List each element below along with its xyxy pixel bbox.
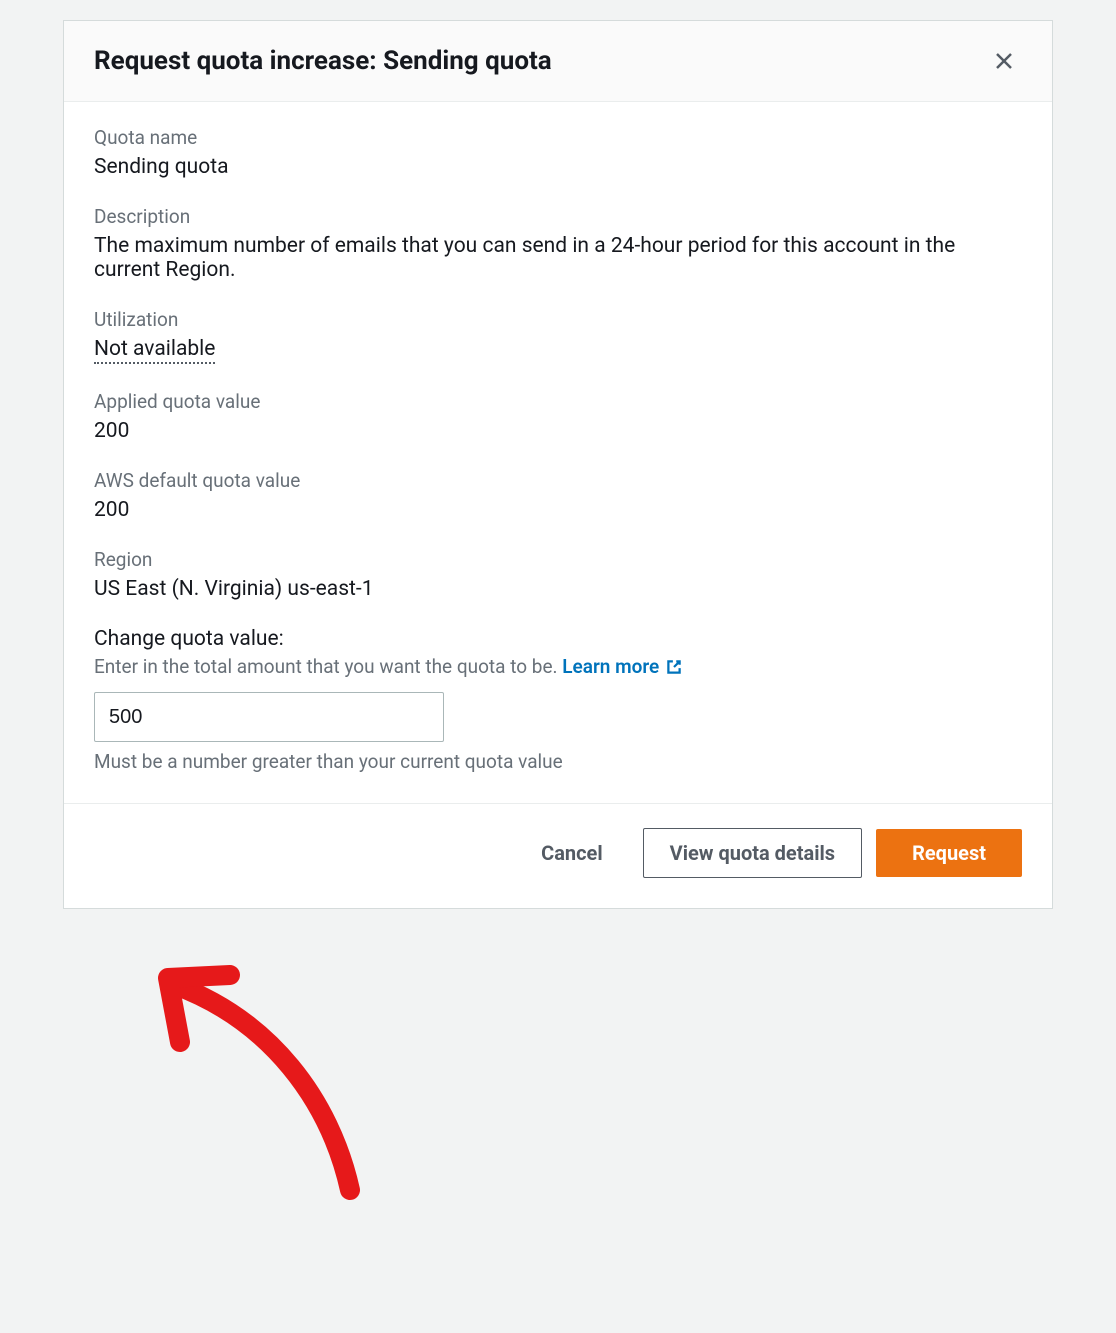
field-value: Not available xyxy=(94,337,1022,364)
change-quota-label: Change quota value: xyxy=(94,627,1022,651)
cancel-button[interactable]: Cancel xyxy=(515,829,629,877)
applied-quota-field: Applied quota value 200 xyxy=(94,390,1022,443)
field-value: The maximum number of emails that you ca… xyxy=(94,234,1022,282)
close-button[interactable] xyxy=(986,43,1022,79)
field-value: US East (N. Virginia) us-east-1 xyxy=(94,577,1022,601)
field-value: 200 xyxy=(94,498,1022,522)
field-value: 200 xyxy=(94,419,1022,443)
modal-header: Request quota increase: Sending quota xyxy=(64,21,1052,102)
modal-footer: Cancel View quota details Request xyxy=(64,803,1052,908)
change-quota-hint: Enter in the total amount that you want … xyxy=(94,655,1022,678)
view-quota-details-button[interactable]: View quota details xyxy=(643,828,862,878)
field-label: Region xyxy=(94,548,1022,571)
field-label: Description xyxy=(94,205,1022,228)
utilization-field: Utilization Not available xyxy=(94,308,1022,364)
quota-modal: Request quota increase: Sending quota Qu… xyxy=(63,20,1053,909)
dotted-value: Not available xyxy=(94,337,215,364)
default-quota-field: AWS default quota value 200 xyxy=(94,469,1022,522)
annotation-arrow xyxy=(120,940,380,1204)
request-button[interactable]: Request xyxy=(876,829,1022,877)
quota-value-input[interactable] xyxy=(94,692,444,742)
modal-title: Request quota increase: Sending quota xyxy=(94,46,552,76)
external-link-icon xyxy=(665,658,683,676)
field-value: Sending quota xyxy=(94,155,1022,179)
learn-more-text: Learn more xyxy=(562,655,659,678)
hint-text: Enter in the total amount that you want … xyxy=(94,655,562,678)
field-label: Utilization xyxy=(94,308,1022,331)
close-icon xyxy=(992,49,1016,73)
modal-body: Quota name Sending quota Description The… xyxy=(64,102,1052,803)
field-label: Applied quota value xyxy=(94,390,1022,413)
field-label: AWS default quota value xyxy=(94,469,1022,492)
field-label: Quota name xyxy=(94,126,1022,149)
description-field: Description The maximum number of emails… xyxy=(94,205,1022,282)
quota-name-field: Quota name Sending quota xyxy=(94,126,1022,179)
change-quota-field: Change quota value: Enter in the total a… xyxy=(94,627,1022,773)
quota-input-hint: Must be a number greater than your curre… xyxy=(94,750,1022,773)
region-field: Region US East (N. Virginia) us-east-1 xyxy=(94,548,1022,601)
learn-more-link[interactable]: Learn more xyxy=(562,655,683,678)
